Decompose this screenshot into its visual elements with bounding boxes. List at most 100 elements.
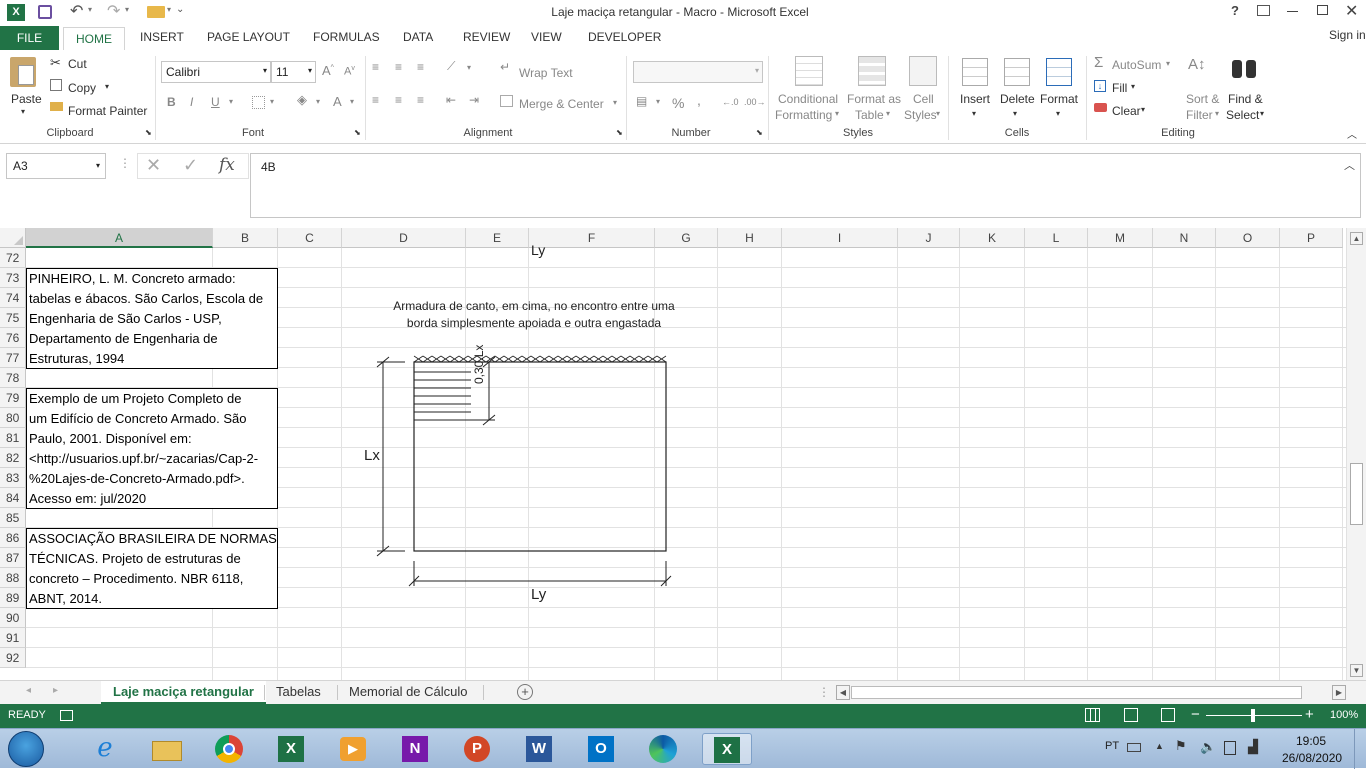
cancel-entry-icon[interactable]: ✕	[146, 155, 161, 176]
column-header-a[interactable]: A	[26, 228, 213, 248]
column-header-o[interactable]: O	[1216, 228, 1280, 248]
column-header-i[interactable]: I	[782, 228, 898, 248]
clear-button[interactable]: Clear	[1112, 104, 1141, 118]
reference-box[interactable]: Exemplo de um Projeto Completo de um Edi…	[26, 388, 278, 509]
paste-dropdown-icon[interactable]: ▾	[21, 107, 25, 116]
new-sheet-icon[interactable]: +	[517, 684, 533, 700]
format-painter-icon[interactable]	[50, 102, 63, 111]
page-layout-view-icon[interactable]	[1124, 708, 1138, 722]
conditional-formatting-dropdown-icon[interactable]: ▾	[835, 109, 839, 118]
tab-view[interactable]: VIEW	[531, 30, 562, 44]
clock-time[interactable]: 19:05	[1296, 734, 1326, 748]
show-desktop-button[interactable]	[1354, 729, 1366, 769]
undo-icon[interactable]: ↶	[70, 1, 83, 21]
tab-review[interactable]: REVIEW	[463, 30, 510, 44]
tab-developer[interactable]: DEVELOPER	[588, 30, 661, 44]
font-color-icon[interactable]: A	[333, 94, 342, 109]
open-dropdown-icon[interactable]: ▾	[167, 5, 171, 14]
sort-filter-dropdown-icon[interactable]: ▾	[1215, 109, 1219, 118]
merge-dropdown-icon[interactable]: ▾	[613, 98, 617, 107]
row-header-82[interactable]: 82	[0, 448, 26, 468]
font-size-combo[interactable]: 11 ▾	[271, 61, 316, 83]
sort-filter-icon[interactable]: A↕	[1188, 56, 1206, 73]
row-header-79[interactable]: 79	[0, 388, 26, 408]
volume-icon[interactable]: 🔈	[1200, 739, 1216, 755]
format-cells-icon[interactable]	[1046, 58, 1072, 86]
orientation-dropdown-icon[interactable]: ▾	[467, 63, 471, 72]
cell-styles-dropdown-icon[interactable]: ▾	[936, 109, 940, 118]
decrease-decimal-icon[interactable]: .00→	[744, 97, 766, 107]
column-header-e[interactable]: E	[466, 228, 529, 248]
row-header-84[interactable]: 84	[0, 488, 26, 508]
font-size-dropdown-icon[interactable]: ▾	[308, 66, 312, 75]
row-header-89[interactable]: 89	[0, 588, 26, 608]
row-header-73[interactable]: 73	[0, 268, 26, 288]
macro-recording-icon[interactable]	[60, 710, 73, 721]
tab-split-icon[interactable]: ⋮	[818, 685, 830, 699]
insert-cells-icon[interactable]	[962, 58, 988, 86]
help-button[interactable]: ?	[1231, 3, 1239, 18]
comma-button[interactable]: ,	[697, 92, 701, 108]
formula-input[interactable]: 4B	[250, 153, 1361, 218]
clear-dropdown-icon[interactable]: ▾	[1141, 105, 1145, 114]
file-explorer-icon[interactable]	[150, 733, 184, 765]
row-header-77[interactable]: 77	[0, 348, 26, 368]
column-header-d[interactable]: D	[342, 228, 466, 248]
row-header-74[interactable]: 74	[0, 288, 26, 308]
conditional-formatting-button[interactable]: Conditional	[778, 92, 838, 106]
zoom-level[interactable]: 100%	[1330, 709, 1358, 721]
fill-color-icon[interactable]: ◈	[297, 92, 307, 108]
row-header-91[interactable]: 91	[0, 628, 26, 648]
column-header-k[interactable]: K	[960, 228, 1025, 248]
zoom-in-icon[interactable]: +	[1305, 706, 1314, 723]
font-color-dropdown-icon[interactable]: ▾	[350, 97, 354, 106]
collapse-ribbon-icon[interactable]: ︿	[1347, 126, 1357, 141]
wrap-text-icon[interactable]: ↵	[500, 60, 510, 74]
align-left-icon[interactable]: ≡	[372, 93, 379, 107]
row-header-78[interactable]: 78	[0, 368, 26, 388]
row-header-85[interactable]: 85	[0, 508, 26, 528]
column-header-n[interactable]: N	[1153, 228, 1216, 248]
number-format-dropdown-icon[interactable]: ▾	[755, 66, 759, 75]
row-header-75[interactable]: 75	[0, 308, 26, 328]
decrease-indent-icon[interactable]: ⇤	[446, 93, 456, 107]
column-header-b[interactable]: B	[213, 228, 278, 248]
excel-logo-icon[interactable]: X	[7, 4, 25, 21]
normal-view-icon[interactable]	[1085, 708, 1100, 722]
decrease-font-icon[interactable]: Av	[344, 65, 355, 78]
borders-icon[interactable]	[252, 96, 265, 109]
tab-home[interactable]: HOME	[63, 27, 125, 51]
show-hidden-icons[interactable]: ▲	[1155, 741, 1164, 751]
accounting-dropdown-icon[interactable]: ▾	[656, 97, 660, 106]
tab-data[interactable]: DATA	[403, 30, 433, 44]
row-header-81[interactable]: 81	[0, 428, 26, 448]
clipboard-launcher-icon[interactable]: ⬊	[145, 128, 152, 137]
reference-box[interactable]: PINHEIRO, L. M. Concreto armado: tabelas…	[26, 268, 278, 369]
row-header-90[interactable]: 90	[0, 608, 26, 628]
font-name-dropdown-icon[interactable]: ▾	[263, 66, 267, 75]
edge-icon[interactable]	[646, 733, 680, 765]
paste-button[interactable]: Paste	[11, 92, 42, 106]
close-icon[interactable]: ✕	[1345, 1, 1358, 21]
cut-icon[interactable]: ✂	[50, 55, 61, 71]
tab-formulas[interactable]: FORMULAS	[313, 30, 380, 44]
internet-explorer-icon[interactable]: e	[88, 733, 122, 765]
clock-date[interactable]: 26/08/2020	[1282, 751, 1342, 765]
align-right-icon[interactable]: ≡	[417, 93, 424, 107]
keyboard-icon[interactable]	[1127, 743, 1141, 752]
autosum-icon[interactable]: Σ	[1094, 54, 1103, 71]
column-header-j[interactable]: J	[898, 228, 960, 248]
format-dropdown-icon[interactable]: ▾	[1056, 109, 1060, 118]
save-icon[interactable]	[38, 5, 52, 19]
network-icon[interactable]: ▟	[1248, 739, 1258, 755]
column-header-l[interactable]: L	[1025, 228, 1088, 248]
borders-dropdown-icon[interactable]: ▾	[270, 97, 274, 106]
onenote-icon[interactable]: N	[398, 733, 432, 765]
wrap-text-button[interactable]: Wrap Text	[519, 66, 573, 80]
redo-icon[interactable]: ↷	[107, 1, 120, 21]
worksheet-grid[interactable]: ABCDEFGHIJKLMNOP 72 73 74 75 76 77 78 79 80 81 82 8…	[0, 228, 1366, 680]
font-launcher-icon[interactable]: ⬊	[354, 128, 361, 137]
cell-styles-button[interactable]: Cell	[913, 92, 934, 106]
insert-dropdown-icon[interactable]: ▾	[972, 109, 976, 118]
open-folder-icon[interactable]	[147, 6, 165, 18]
